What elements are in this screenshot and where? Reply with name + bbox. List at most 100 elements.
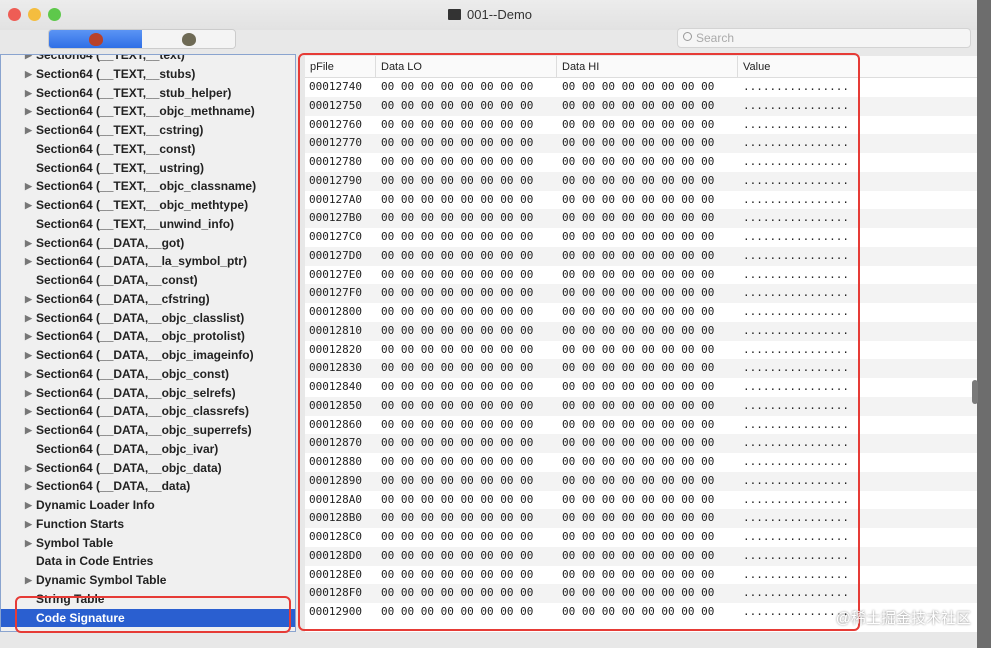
- sidebar-item-label: Section64 (__DATA,__objc_selrefs): [36, 385, 236, 400]
- disclosure-triangle-icon[interactable]: ▶: [25, 459, 32, 478]
- document-icon: [448, 9, 461, 20]
- sidebar-item[interactable]: ▶ Section64 (__TEXT,__text): [1, 54, 295, 65]
- sidebar-item[interactable]: Data in Code Entries: [1, 552, 295, 571]
- sidebar-item-label: Dynamic Symbol Table: [36, 573, 167, 587]
- sidebar-item[interactable]: ▶ Section64 (__TEXT,__cstring): [1, 121, 295, 140]
- sidebar-item[interactable]: ▶ Section64 (__DATA,__la_symbol_ptr): [1, 252, 295, 271]
- sidebar-item[interactable]: ▶ Function Starts: [1, 515, 295, 534]
- disclosure-triangle-icon[interactable]: ▶: [25, 252, 32, 271]
- sidebar-item[interactable]: Section64 (__DATA,__const): [1, 271, 295, 290]
- sidebar-item[interactable]: Section64 (__TEXT,__const): [1, 140, 295, 159]
- highlight-box-table: [298, 53, 860, 631]
- red-bug-icon: [88, 32, 103, 46]
- sidebar-item-label: Function Starts: [36, 516, 125, 531]
- sidebar-item[interactable]: ▶ Section64 (__DATA,__data): [1, 477, 295, 496]
- disclosure-triangle-icon[interactable]: ▶: [25, 234, 32, 253]
- highlight-box-code-signature: [15, 596, 291, 633]
- disclosure-triangle-icon[interactable]: ▶: [25, 55, 32, 65]
- disclosure-triangle-icon[interactable]: ▶: [25, 365, 32, 384]
- scrollbar-thumb[interactable]: [972, 380, 978, 404]
- sidebar-item-label: Dynamic Loader Info: [36, 498, 155, 512]
- segment-rva[interactable]: [142, 30, 235, 48]
- sidebar-item[interactable]: ▶ Section64 (__DATA,__objc_imageinfo): [1, 346, 295, 365]
- sidebar-item[interactable]: ▶ Symbol Table: [1, 534, 295, 553]
- disclosure-triangle-icon[interactable]: ▶: [25, 496, 32, 515]
- sidebar-item-label: Section64 (__TEXT,__cstring): [36, 123, 204, 137]
- disclosure-triangle-icon[interactable]: ▶: [25, 84, 32, 103]
- sidebar-item-label: Section64 (__DATA,__la_symbol_ptr): [36, 254, 247, 269]
- sidebar-item[interactable]: ▶ Dynamic Symbol Table: [1, 571, 295, 590]
- disclosure-triangle-icon[interactable]: ▶: [25, 571, 32, 590]
- disclosure-triangle-icon[interactable]: ▶: [25, 309, 32, 328]
- disclosure-triangle-icon[interactable]: ▶: [25, 421, 32, 440]
- title-bar: 001--Demo: [0, 0, 977, 30]
- sidebar-item[interactable]: ▶ Section64 (__DATA,__objc_const): [1, 365, 295, 384]
- sidebar-item-label: Section64 (__DATA,__objc_ivar): [36, 441, 219, 456]
- search-icon: [683, 32, 692, 41]
- sidebar-item-label: Section64 (__TEXT,__stubs): [36, 66, 196, 81]
- zoom-button[interactable]: [48, 8, 61, 21]
- sidebar-item[interactable]: ▶ Section64 (__TEXT,__objc_methname): [1, 102, 295, 121]
- sidebar-item-label: Section64 (__DATA,__const): [36, 273, 198, 287]
- sidebar-item-label: Section64 (__DATA,__objc_const): [36, 366, 229, 381]
- sidebar-item[interactable]: ▶ Dynamic Loader Info: [1, 496, 295, 515]
- sidebar-item-label: Section64 (__TEXT,__ustring): [36, 160, 205, 175]
- view-mode-segmented-control[interactable]: [48, 29, 236, 49]
- sidebar-item-label: Section64 (__DATA,__objc_data): [36, 460, 222, 475]
- sidebar-item[interactable]: ▶ Section64 (__DATA,__cfstring): [1, 290, 295, 309]
- sidebar-item-label: Section64 (__DATA,__objc_superrefs): [36, 423, 252, 437]
- sidebar-tree: ▶ Section64 (__TEXT,__text) ▶ Section64 (__…: [0, 54, 296, 632]
- disclosure-triangle-icon[interactable]: ▶: [25, 121, 32, 140]
- disclosure-triangle-icon[interactable]: ▶: [25, 384, 32, 403]
- sidebar-item[interactable]: Section64 (__DATA,__objc_ivar): [1, 440, 295, 459]
- disclosure-triangle-icon[interactable]: ▶: [25, 290, 32, 309]
- disclosure-triangle-icon[interactable]: ▶: [25, 477, 32, 496]
- sidebar-item[interactable]: Section64 (__TEXT,__unwind_info): [1, 215, 295, 234]
- sidebar-item[interactable]: ▶ Section64 (__DATA,__objc_protolist): [1, 327, 295, 346]
- sidebar-item-label: Section64 (__TEXT,__const): [36, 141, 196, 156]
- close-button[interactable]: [8, 8, 21, 21]
- sidebar-item[interactable]: ▶ Section64 (__DATA,__objc_superrefs): [1, 421, 295, 440]
- sidebar-item-label: Section64 (__TEXT,__objc_methname): [36, 104, 255, 119]
- sidebar-item[interactable]: ▶ Section64 (__TEXT,__stubs): [1, 65, 295, 84]
- sidebar-item[interactable]: ▶ Section64 (__TEXT,__stub_helper): [1, 84, 295, 103]
- watermark: @稀土掘金技术社区: [835, 610, 971, 627]
- disclosure-triangle-icon[interactable]: ▶: [25, 534, 32, 553]
- sidebar-item-label: Section64 (__DATA,__objc_protolist): [36, 329, 245, 344]
- sidebar-item-label: Section64 (__DATA,__objc_classrefs): [36, 404, 249, 419]
- sidebar-item-label: Section64 (__TEXT,__stub_helper): [36, 85, 232, 100]
- sidebar-item-label: Section64 (__DATA,__data): [36, 479, 191, 494]
- sidebar-item[interactable]: ▶ Section64 (__TEXT,__objc_methtype): [1, 196, 295, 215]
- segment-raw[interactable]: [49, 30, 142, 48]
- search-input[interactable]: Search: [677, 28, 971, 48]
- gray-bug-icon: [181, 32, 196, 46]
- toolbar: Search: [0, 28, 977, 54]
- minimize-button[interactable]: [28, 8, 41, 21]
- sidebar-item-label: Section64 (__DATA,__got): [36, 235, 185, 250]
- sidebar-item-label: Section64 (__TEXT,__objc_methtype): [36, 198, 249, 212]
- disclosure-triangle-icon[interactable]: ▶: [25, 327, 32, 346]
- disclosure-triangle-icon[interactable]: ▶: [25, 102, 32, 121]
- sidebar-item[interactable]: ▶ Section64 (__DATA,__objc_selrefs): [1, 384, 295, 403]
- sidebar-item[interactable]: ▶ Section64 (__DATA,__got): [1, 234, 295, 253]
- disclosure-triangle-icon[interactable]: ▶: [25, 177, 32, 196]
- search-placeholder: Search: [696, 31, 735, 45]
- sidebar-item-label: Section64 (__TEXT,__text): [36, 54, 185, 62]
- disclosure-triangle-icon[interactable]: ▶: [25, 346, 32, 365]
- sidebar-item-label: Section64 (__TEXT,__unwind_info): [36, 216, 235, 231]
- sidebar-item-label: Section64 (__DATA,__objc_classlist): [36, 310, 245, 325]
- sidebar-item[interactable]: ▶ Section64 (__DATA,__objc_data): [1, 459, 295, 478]
- sidebar-item-label: Section64 (__TEXT,__objc_classname): [36, 179, 257, 194]
- sidebar-item[interactable]: ▶ Section64 (__DATA,__objc_classrefs): [1, 402, 295, 421]
- disclosure-triangle-icon[interactable]: ▶: [25, 65, 32, 84]
- disclosure-triangle-icon[interactable]: ▶: [25, 196, 32, 215]
- sidebar-item[interactable]: Section64 (__TEXT,__ustring): [1, 159, 295, 178]
- window-title: 001--Demo: [448, 7, 532, 22]
- sidebar-item-label: Symbol Table: [36, 535, 114, 550]
- sidebar-item[interactable]: ▶ Section64 (__TEXT,__objc_classname): [1, 177, 295, 196]
- sidebar-item[interactable]: ▶ Section64 (__DATA,__objc_classlist): [1, 309, 295, 328]
- sidebar-item-label: Data in Code Entries: [36, 554, 154, 569]
- disclosure-triangle-icon[interactable]: ▶: [25, 402, 32, 421]
- disclosure-triangle-icon[interactable]: ▶: [25, 515, 32, 534]
- sidebar-item-label: Section64 (__DATA,__objc_imageinfo): [36, 348, 254, 362]
